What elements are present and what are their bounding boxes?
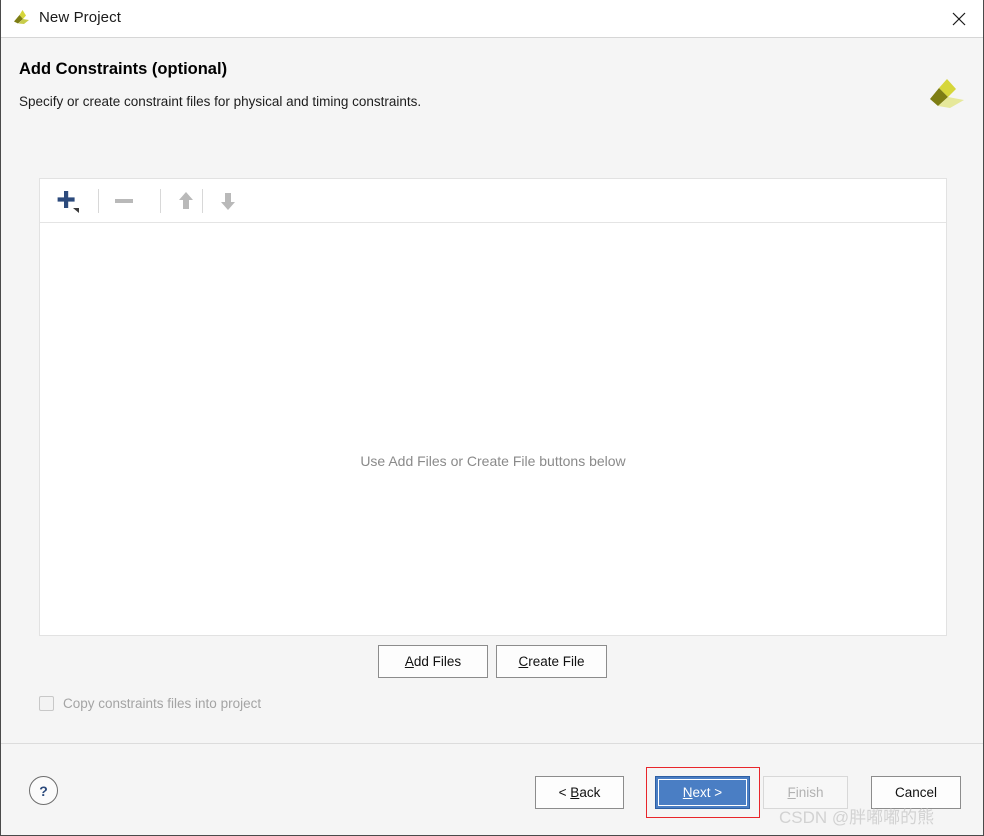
toolbar-separator: [202, 189, 203, 213]
move-up-button: [166, 179, 206, 222]
vivado-logo-icon: [11, 7, 35, 31]
xilinx-logo-icon: [923, 75, 967, 119]
new-project-dialog: New Project Add Constraints (optional) S…: [0, 0, 984, 836]
remove-source-button: [104, 179, 144, 222]
page-header: Add Constraints (optional) Specify or cr…: [1, 38, 983, 140]
dialog-footer: ? < Back Next > Finish Cancel: [1, 744, 983, 835]
next-button[interactable]: Next >: [655, 776, 750, 809]
empty-list-hint: Use Add Files or Create File buttons bel…: [360, 453, 626, 469]
dropdown-triangle-icon: [73, 207, 79, 213]
create-file-button[interactable]: Create File: [496, 645, 607, 678]
toolbar-separator: [160, 189, 161, 213]
add-source-button[interactable]: [46, 179, 92, 222]
page-title: Add Constraints (optional): [19, 60, 228, 78]
copy-constraints-option[interactable]: Copy constraints files into project: [39, 696, 261, 711]
constraints-file-list-panel: Use Add Files or Create File buttons bel…: [39, 178, 947, 636]
add-files-button[interactable]: Add Files: [378, 645, 488, 678]
help-button[interactable]: ?: [29, 776, 58, 805]
cancel-button[interactable]: Cancel: [871, 776, 961, 809]
content-area: Use Add Files or Create File buttons bel…: [1, 140, 983, 743]
constraints-file-list[interactable]: Use Add Files or Create File buttons bel…: [40, 223, 946, 635]
move-down-button: [208, 179, 248, 222]
list-toolbar: [40, 179, 946, 223]
window-title: New Project: [39, 9, 121, 26]
finish-button: Finish: [763, 776, 848, 809]
copy-constraints-label: Copy constraints files into project: [63, 696, 262, 711]
page-subtitle: Specify or create constraint files for p…: [19, 94, 422, 109]
toolbar-separator: [98, 189, 99, 213]
next-button-focus-ring: Next >: [658, 779, 747, 806]
close-icon[interactable]: [935, 0, 983, 37]
back-button[interactable]: < Back: [535, 776, 624, 809]
copy-constraints-checkbox[interactable]: [39, 696, 54, 711]
title-bar: New Project: [1, 0, 983, 38]
